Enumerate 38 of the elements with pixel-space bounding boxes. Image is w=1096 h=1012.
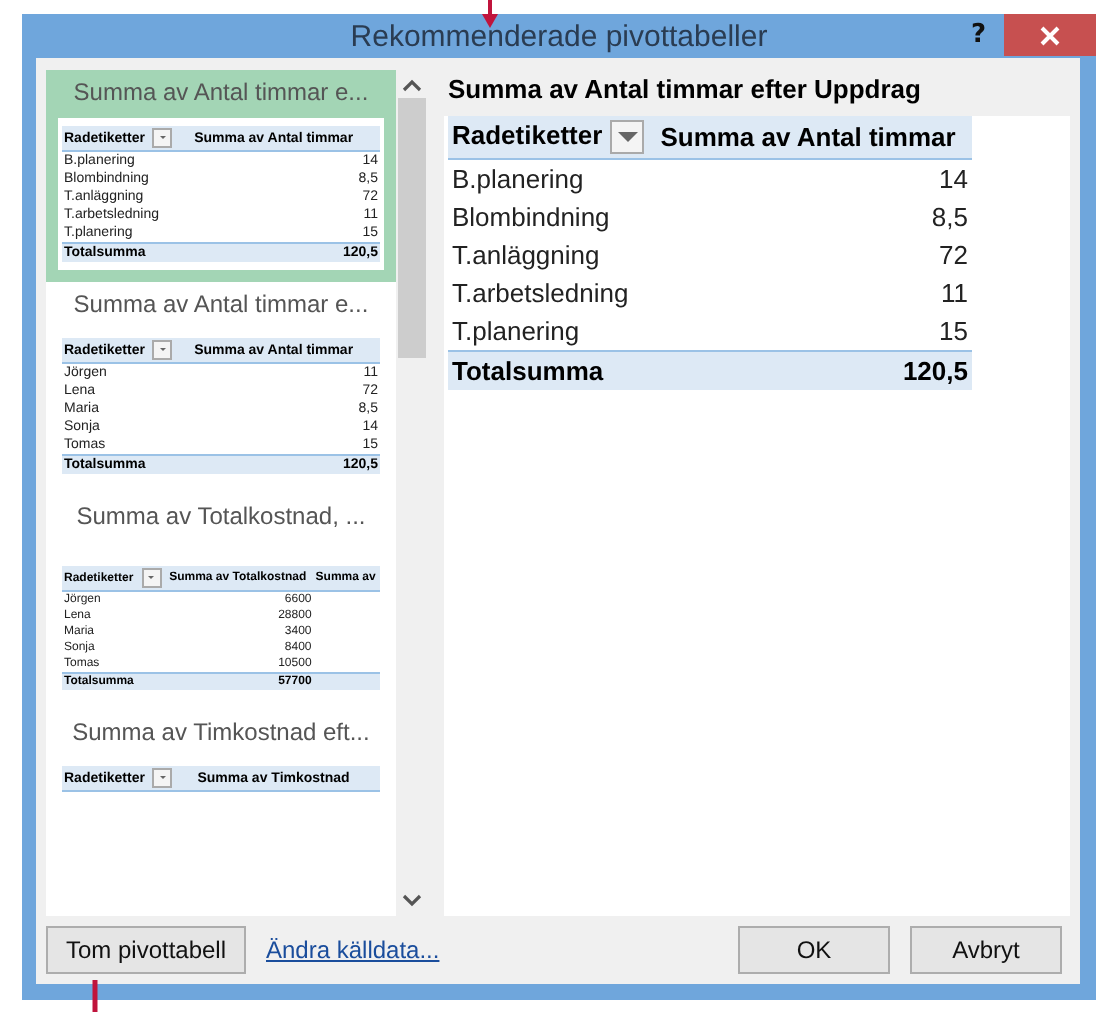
total-label: Totalsumma bbox=[448, 351, 657, 391]
dropdown-caret-icon bbox=[159, 348, 166, 352]
value-cell: 14 bbox=[656, 159, 972, 199]
dropdown-caret-icon bbox=[617, 132, 638, 143]
recommendation-title: Summa av Antal timmar e... bbox=[71, 76, 371, 110]
column-header: Radetiketter bbox=[452, 120, 603, 150]
cancel-button[interactable]: Avbryt bbox=[910, 926, 1062, 974]
column-header: Summa av Antal timmar bbox=[656, 116, 972, 160]
filter-button[interactable] bbox=[610, 120, 645, 155]
dropdown-caret-icon bbox=[159, 136, 166, 140]
help-button[interactable]: ? bbox=[970, 20, 986, 50]
preview-title: Summa av Antal timmar efter Uppdrag bbox=[446, 72, 923, 108]
row-label: T.anläggning bbox=[450, 238, 602, 275]
annotation-arrow bbox=[480, 0, 500, 28]
annotation-line bbox=[92, 980, 98, 1012]
recommendation-title: Summa av Totalkostnad, ... bbox=[74, 500, 368, 534]
change-source-link[interactable]: Ändra källdata... bbox=[266, 936, 440, 964]
ok-button[interactable]: OK bbox=[738, 926, 890, 974]
close-icon bbox=[1040, 25, 1060, 45]
scroll-up-icon[interactable] bbox=[402, 78, 422, 94]
row-label: B.planering bbox=[448, 159, 657, 199]
row-label: T.arbetsledning bbox=[450, 276, 631, 313]
dropdown-caret-icon bbox=[148, 576, 155, 580]
value-cell: 15 bbox=[656, 312, 972, 352]
value-cell-text: 8,5 bbox=[929, 200, 970, 237]
close-button[interactable] bbox=[1004, 14, 1096, 56]
dropdown-caret-icon bbox=[159, 776, 166, 780]
total-value: 120,5 bbox=[656, 351, 972, 391]
value-cell-text: 72 bbox=[937, 238, 970, 275]
scrollbar-thumb[interactable] bbox=[398, 98, 426, 358]
row-label: Blombindning bbox=[450, 200, 612, 237]
scroll-down-icon[interactable] bbox=[402, 892, 422, 908]
row-label: T.planering bbox=[448, 312, 657, 352]
value-cell-text: 11 bbox=[939, 276, 970, 313]
recommendation-title: Summa av Antal timmar e... bbox=[71, 288, 371, 322]
recommendation-title: Summa av Timkostnad eft... bbox=[70, 716, 372, 750]
blank-pivot-button[interactable]: Tom pivottabell bbox=[46, 926, 246, 974]
window-title: Rekommenderade pivottabeller bbox=[350, 19, 768, 53]
